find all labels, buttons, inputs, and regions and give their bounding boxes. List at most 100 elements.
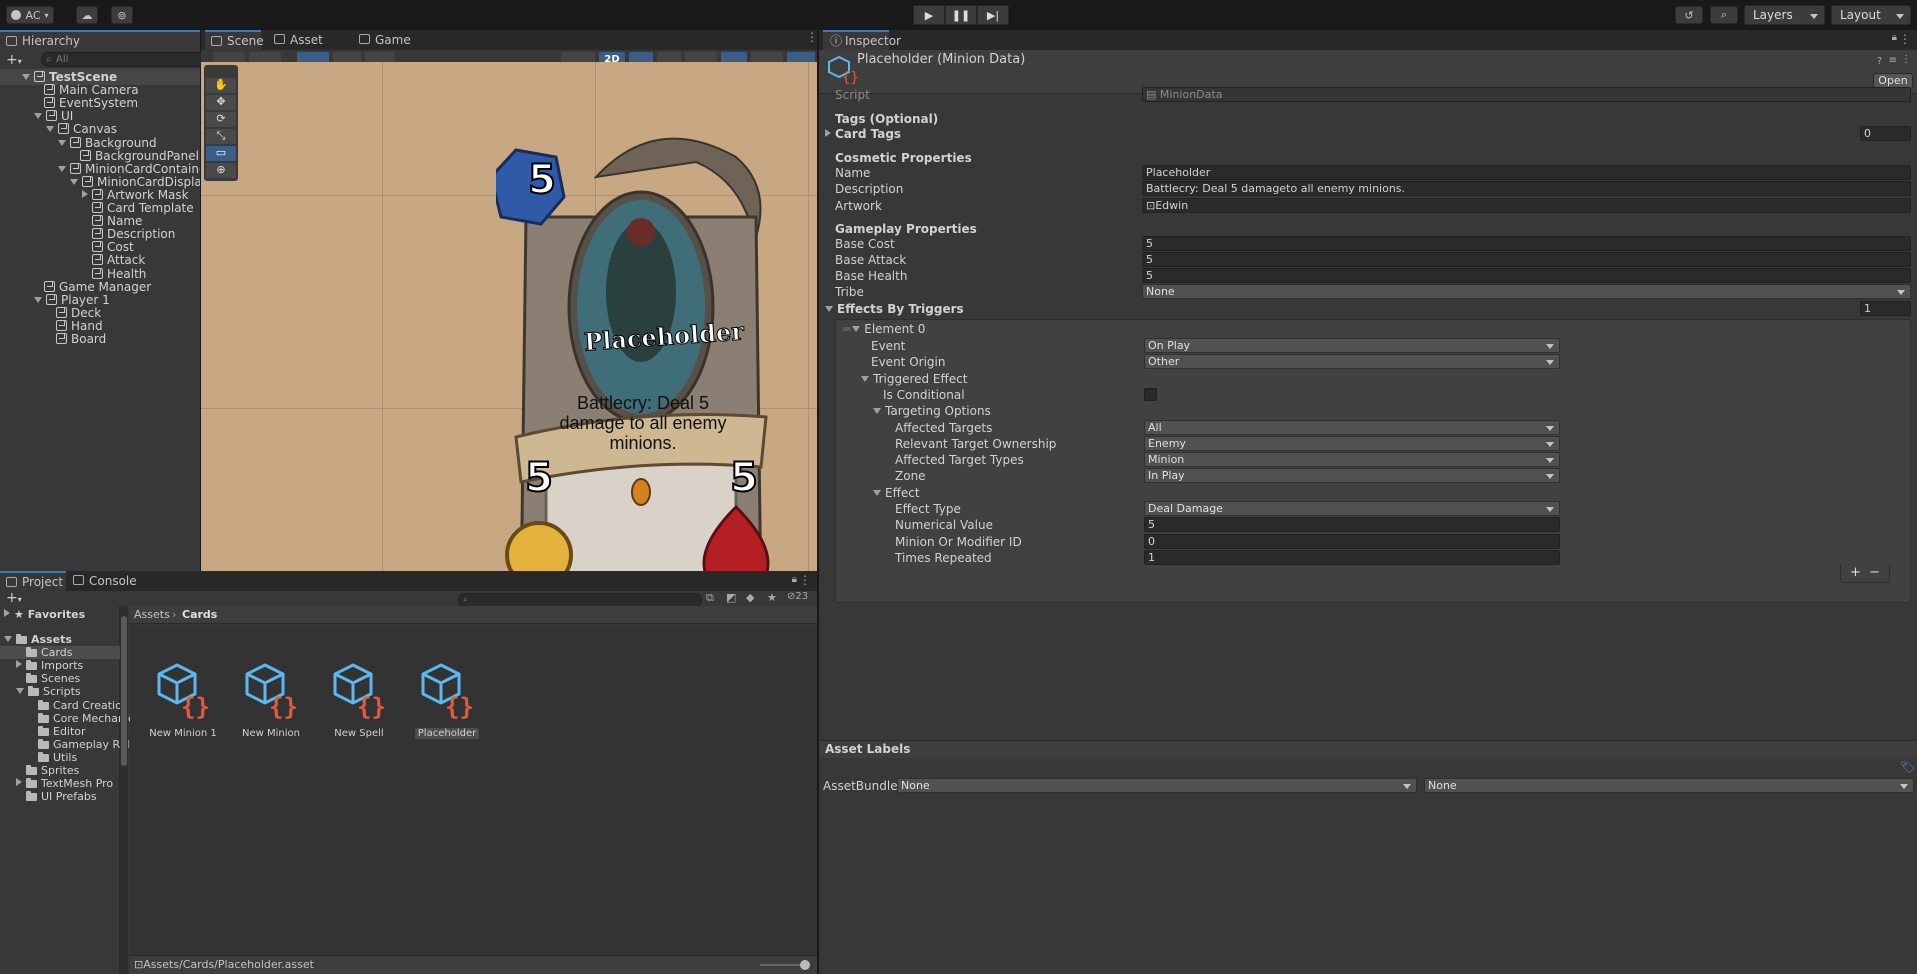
asset-item[interactable]: {} New Spell bbox=[316, 659, 402, 739]
base-cost-field[interactable]: 5 bbox=[1142, 236, 1911, 251]
tab-hierarchy[interactable]: Hierarchy bbox=[0, 30, 200, 50]
tab-project[interactable]: Project bbox=[0, 571, 66, 591]
transform-tool-button[interactable]: ⊕ bbox=[206, 163, 236, 178]
foldout-arrow-icon[interactable] bbox=[16, 660, 22, 669]
search-button[interactable]: ⌕ bbox=[1710, 6, 1738, 24]
scrollbar-thumb[interactable] bbox=[121, 616, 127, 766]
tab-scene[interactable]: Scene bbox=[205, 30, 264, 50]
foldout-arrow-icon[interactable] bbox=[16, 778, 22, 787]
folder-tree-item[interactable]: Scripts bbox=[0, 685, 120, 698]
relevant-ownership-dropdown[interactable]: Enemy bbox=[1144, 436, 1560, 451]
foldout-arrow-icon[interactable] bbox=[46, 126, 54, 133]
project-kebab-icon[interactable]: ⋮ bbox=[799, 573, 811, 587]
assetbundle-variant-dropdown[interactable]: None bbox=[1424, 778, 1914, 793]
move-tool-button[interactable]: ✥ bbox=[206, 95, 236, 110]
folder-tree-item[interactable]: UI Prefabs bbox=[0, 790, 120, 803]
help-icon[interactable]: ? bbox=[1877, 56, 1882, 67]
foldout-arrow-icon[interactable] bbox=[58, 139, 66, 146]
folder-tree-item[interactable]: Cards bbox=[0, 646, 120, 660]
event-origin-dropdown[interactable]: Other bbox=[1144, 354, 1560, 369]
asset-item[interactable]: {} New Minion 1 bbox=[140, 659, 226, 739]
filter-type-icon[interactable]: ◩ bbox=[726, 591, 736, 604]
effects-foldout[interactable]: Effects By Triggers bbox=[825, 301, 964, 317]
folder-tree-item[interactable]: Sprites bbox=[0, 764, 120, 777]
hidden-packages-toggle[interactable]: ⊘23 bbox=[787, 591, 808, 602]
step-button[interactable]: ▶| bbox=[977, 5, 1009, 25]
tab-asset-store[interactable]: Asset Store bbox=[268, 30, 352, 67]
breadcrumb-assets[interactable]: Assets bbox=[134, 608, 170, 621]
account-button[interactable]: AC ▾ bbox=[6, 6, 54, 24]
asset-item[interactable]: {} Placeholder bbox=[404, 659, 490, 739]
targeting-options-foldout[interactable]: Targeting Options bbox=[873, 403, 991, 419]
foldout-arrow-icon[interactable] bbox=[22, 74, 30, 80]
inspector-lock-icon[interactable]: 🔒︎ bbox=[1892, 32, 1897, 43]
foldout-arrow-icon[interactable] bbox=[82, 189, 88, 198]
favorites-foldout[interactable]: ★ Favorites bbox=[4, 608, 85, 621]
element-0-foldout[interactable]: ═ Element 0 bbox=[843, 321, 925, 337]
assetbundle-dropdown[interactable]: None bbox=[897, 778, 1417, 793]
drag-handle-icon[interactable]: ═ bbox=[843, 322, 850, 336]
inspector-kebab-icon[interactable]: ⋮ bbox=[1899, 32, 1911, 46]
cloud-button[interactable]: ☁ bbox=[76, 6, 98, 24]
remove-element-button[interactable]: − bbox=[1869, 565, 1880, 580]
scene-kebab-icon[interactable]: ⋮ bbox=[806, 30, 818, 44]
base-attack-field[interactable]: 5 bbox=[1142, 252, 1911, 267]
scale-tool-button[interactable]: ⤡ bbox=[206, 129, 236, 144]
tab-console[interactable]: Console bbox=[67, 571, 137, 591]
scene-viewport[interactable]: ✋ ✥ ⟳ ⤡ ▭ ⊕ 5 Placeholder Battlecry: Dea… bbox=[201, 62, 817, 571]
folder-tree-item[interactable]: Scenes bbox=[0, 672, 120, 685]
pause-button[interactable]: ❚❚ bbox=[945, 5, 977, 25]
card-tags-size-field[interactable]: 0 bbox=[1860, 126, 1911, 141]
folder-tree-item[interactable]: Assets bbox=[0, 633, 120, 646]
folder-tree-item[interactable]: Gameplay Rela bbox=[0, 738, 136, 751]
add-object-button[interactable]: +▾ bbox=[6, 52, 22, 68]
card-tags-foldout[interactable]: Card Tags bbox=[825, 126, 901, 142]
event-dropdown[interactable]: On Play bbox=[1144, 338, 1560, 353]
settings-icon[interactable]: ≡ bbox=[1889, 55, 1897, 66]
folder-tree-scrollbar[interactable] bbox=[120, 606, 128, 974]
filter-label-icon[interactable]: ◆ bbox=[746, 591, 754, 604]
asset-item[interactable]: {} New Minion bbox=[228, 659, 314, 739]
is-conditional-checkbox[interactable] bbox=[1144, 388, 1157, 401]
layers-dropdown[interactable]: Layers bbox=[1744, 5, 1825, 25]
favorite-star-icon[interactable]: ★ bbox=[767, 591, 777, 604]
history-button[interactable]: ↺ bbox=[1675, 6, 1703, 24]
icon-size-slider-thumb[interactable] bbox=[800, 960, 810, 970]
hand-tool-button[interactable]: ✋ bbox=[206, 78, 236, 93]
create-asset-button[interactable]: +▾ bbox=[6, 590, 22, 606]
tribe-dropdown[interactable]: None bbox=[1142, 284, 1911, 299]
affected-targets-dropdown[interactable]: All bbox=[1144, 420, 1560, 435]
collab-button[interactable]: ⊚ bbox=[111, 6, 133, 24]
rotate-tool-button[interactable]: ⟳ bbox=[206, 112, 236, 127]
tab-inspector[interactable]: ⓘ Inspector bbox=[823, 30, 901, 50]
effect-foldout[interactable]: Effect bbox=[873, 485, 920, 501]
inspector-overflow-icon[interactable]: ⋮ bbox=[1901, 54, 1911, 65]
icon-size-slider[interactable] bbox=[760, 960, 810, 970]
hierarchy-item[interactable]: Board bbox=[0, 331, 200, 347]
zone-dropdown[interactable]: In Play bbox=[1144, 468, 1560, 483]
base-health-field[interactable]: 5 bbox=[1142, 268, 1911, 283]
project-search-input[interactable]: ⌕ bbox=[458, 593, 702, 607]
folder-tree-item[interactable]: Imports bbox=[0, 659, 120, 672]
foldout-arrow-icon[interactable] bbox=[70, 178, 78, 185]
triggered-effect-foldout[interactable]: Triggered Effect bbox=[861, 371, 967, 387]
foldout-arrow-icon[interactable] bbox=[34, 296, 42, 303]
folder-tree-item[interactable]: Card Creation bbox=[0, 699, 129, 712]
artwork-field[interactable]: ⊡Edwin bbox=[1142, 198, 1911, 213]
project-lock-icon[interactable]: 🔒︎ bbox=[792, 574, 797, 585]
label-tag-icon[interactable]: 🏷︎ bbox=[1900, 760, 1915, 774]
description-field[interactable]: Battlecry: Deal 5 damageto all enemy min… bbox=[1142, 181, 1911, 196]
foldout-arrow-icon[interactable] bbox=[4, 636, 12, 642]
rect-tool-button[interactable]: ▭ bbox=[206, 146, 236, 161]
tab-game[interactable]: Game bbox=[353, 30, 413, 50]
layout-dropdown[interactable]: Layout bbox=[1831, 5, 1911, 25]
times-repeated-field[interactable]: 1 bbox=[1144, 550, 1560, 565]
minion-modifier-field[interactable]: 0 bbox=[1144, 534, 1560, 549]
folder-tree-item[interactable]: Utils bbox=[0, 751, 120, 764]
breadcrumb-cards[interactable]: Cards bbox=[182, 608, 217, 621]
name-field[interactable]: Placeholder bbox=[1142, 165, 1911, 180]
add-element-button[interactable]: + bbox=[1850, 565, 1861, 580]
numerical-value-field[interactable]: 5 bbox=[1144, 517, 1560, 532]
effect-type-dropdown[interactable]: Deal Damage bbox=[1144, 501, 1560, 516]
foldout-arrow-icon[interactable] bbox=[16, 688, 24, 695]
